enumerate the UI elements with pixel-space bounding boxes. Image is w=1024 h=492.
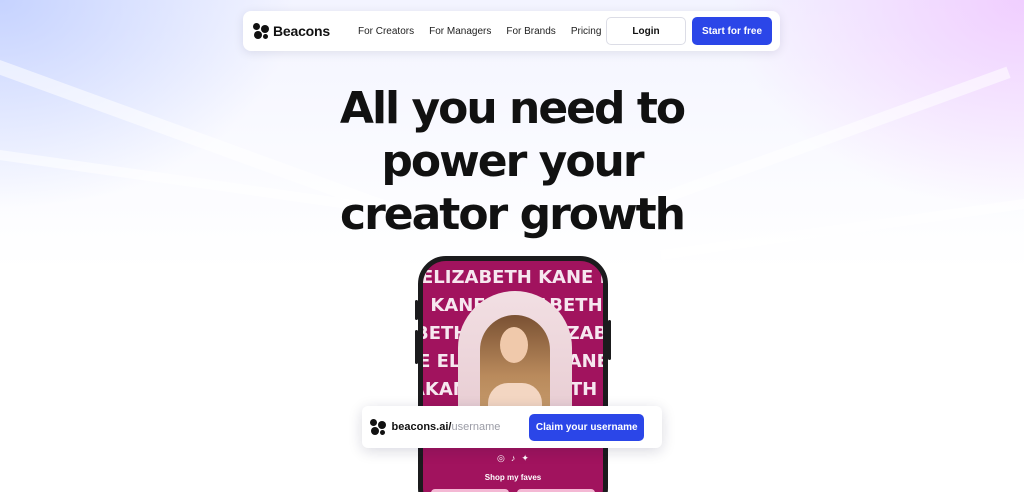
phone-side-button bbox=[608, 320, 611, 360]
hero-headline: All you need to power your creator growt… bbox=[0, 82, 1024, 241]
shop-my-faves-label: Shop my faves bbox=[484, 473, 542, 482]
nav-link-for-brands[interactable]: For Brands bbox=[506, 26, 555, 37]
top-navigation: Beacons For Creators For Managers For Br… bbox=[243, 11, 780, 51]
tiktok-icon[interactable]: ♪ bbox=[511, 453, 516, 464]
name-marquee-row: ELIZABETH KANE ELI bbox=[421, 267, 603, 288]
twitter-icon[interactable]: ✦ bbox=[521, 453, 529, 464]
brand-name: Beacons bbox=[273, 23, 330, 39]
claim-username-bar: beacons.ai/ Claim your username bbox=[362, 406, 662, 448]
instagram-icon[interactable]: ◎ bbox=[497, 453, 505, 464]
creator-portrait-image bbox=[458, 291, 572, 416]
nav-link-for-creators[interactable]: For Creators bbox=[358, 26, 414, 37]
phone-mockup: ELIZABETH KANE ELI H KANE ELIZABETH KA B… bbox=[418, 256, 608, 492]
nav-link-for-managers[interactable]: For Managers bbox=[429, 26, 491, 37]
username-input[interactable] bbox=[451, 421, 530, 433]
hero-line: creator growth bbox=[339, 189, 686, 240]
nav-links: For Creators For Managers For Brands Pri… bbox=[358, 26, 601, 37]
beacons-logo-icon bbox=[253, 23, 269, 39]
nav-actions: Login Start for free bbox=[606, 17, 772, 45]
hero-line: power your bbox=[381, 136, 644, 187]
beacons-logo-icon bbox=[370, 419, 386, 435]
social-icons: ◎ ♪ ✦ bbox=[423, 453, 603, 464]
brand-logo[interactable]: Beacons bbox=[253, 23, 330, 39]
nav-link-pricing[interactable]: Pricing bbox=[571, 26, 602, 37]
login-button[interactable]: Login bbox=[606, 17, 686, 45]
hero-line: All you need to bbox=[339, 83, 686, 134]
start-for-free-button[interactable]: Start for free bbox=[692, 17, 772, 45]
claim-username-button[interactable]: Claim your username bbox=[529, 413, 644, 441]
domain-prefix: beacons.ai/ bbox=[391, 421, 452, 433]
